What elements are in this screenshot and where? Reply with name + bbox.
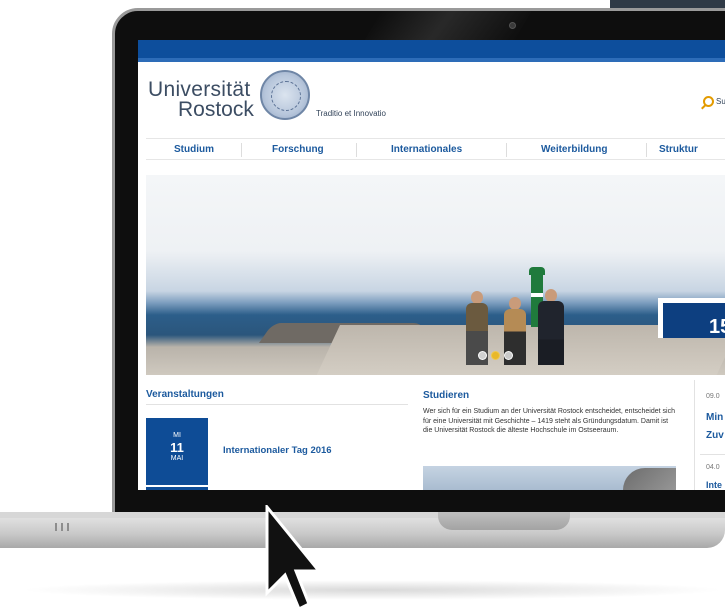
nav-separator: [241, 143, 242, 157]
usb-port-icon: [55, 523, 69, 531]
person-figure: [538, 301, 564, 365]
main-navigation: Studium Forschung Internationales Weiter…: [146, 138, 725, 160]
nav-separator: [646, 143, 647, 157]
search-icon[interactable]: [703, 96, 714, 107]
divider: [146, 485, 208, 487]
motto-text: Traditio et Innovatio: [316, 109, 386, 118]
nav-separator: [356, 143, 357, 157]
news-date: 09.0: [706, 393, 720, 400]
slider-dot[interactable]: [504, 351, 513, 360]
laptop-opening-notch: [438, 512, 570, 530]
site-topbar: [138, 40, 725, 58]
logo-text-line2: Rostock: [178, 98, 254, 121]
hero-slider-image[interactable]: 15: [146, 175, 725, 375]
university-seal-icon: [260, 70, 310, 120]
nav-item-weiterbildung[interactable]: Weiterbildung: [541, 139, 607, 155]
nav-separator: [506, 143, 507, 157]
news-title[interactable]: Zuv: [706, 430, 724, 441]
divider: [146, 404, 408, 405]
news-title[interactable]: Min: [706, 412, 723, 423]
news-title[interactable]: Inte: [706, 480, 722, 490]
slider-dots: [478, 351, 513, 360]
laptop-shadow: [20, 580, 725, 600]
slider-dot[interactable]: [478, 351, 487, 360]
university-logo[interactable]: Universität Rostock: [148, 78, 254, 122]
nav-item-studium[interactable]: Studium: [174, 139, 214, 155]
study-heading[interactable]: Studieren: [423, 390, 469, 401]
event-weekday: MI: [173, 432, 181, 439]
event-date-box: MI 11 MAI: [146, 418, 208, 490]
mouse-pointer-icon: [265, 505, 319, 610]
anniversary-badge[interactable]: 15: [658, 298, 725, 338]
slider-dot-active[interactable]: [491, 351, 500, 360]
event-day: 11: [170, 440, 184, 455]
search-label[interactable]: Su: [716, 97, 725, 106]
nav-item-internationales[interactable]: Internationales: [391, 139, 462, 155]
event-month: MAI: [170, 455, 184, 462]
browser-screen: Universität Rostock Traditio et Innovati…: [138, 40, 725, 490]
laptop-base-edge: [0, 512, 725, 518]
site-topbar-stripe: [138, 58, 725, 62]
events-heading[interactable]: Veranstaltungen: [146, 389, 224, 400]
nav-item-forschung[interactable]: Forschung: [272, 139, 324, 155]
nav-item-struktur[interactable]: Struktur: [659, 139, 698, 155]
event-link[interactable]: Internationaler Tag 2016: [223, 445, 332, 456]
divider: [700, 454, 725, 455]
study-image[interactable]: [423, 466, 676, 490]
news-date: 04.0: [706, 464, 720, 471]
study-paragraph: Wer sich für ein Studium an der Universi…: [423, 408, 675, 434]
camera-icon: [509, 22, 516, 29]
